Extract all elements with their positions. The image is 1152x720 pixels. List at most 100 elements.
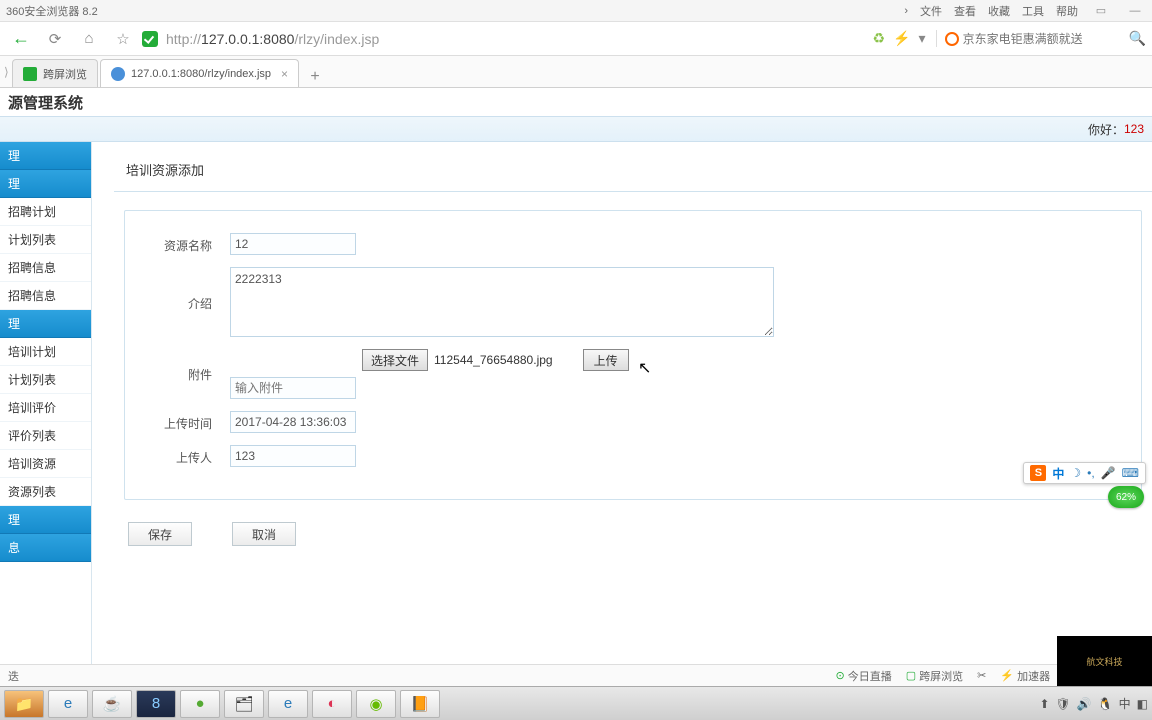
sidebar-group[interactable]: 理: [0, 310, 91, 338]
tray-icon[interactable]: 🔊: [1077, 697, 1092, 711]
content: 培训资源添加 资源名称 介绍 2222313 附件 选择文件 112544: [92, 142, 1152, 664]
sidebar-item[interactable]: 招聘计划: [0, 198, 91, 226]
home-button[interactable]: ⌂: [74, 25, 104, 53]
sidebar-item[interactable]: 计划列表: [0, 226, 91, 254]
sidebar-item[interactable]: 培训评价: [0, 394, 91, 422]
ime-lang[interactable]: 中: [1052, 465, 1064, 482]
status-live[interactable]: ⊙今日直播: [836, 668, 892, 684]
search-input[interactable]: [963, 32, 1123, 46]
status-left: 迭: [8, 668, 19, 684]
taskbar: 📁 e ☕ 8 ● 🗂 e ◐ ◉ 📙 ⬆ 🛡 🔊 🐧 中 ◧: [0, 686, 1152, 720]
sidebar-group[interactable]: 理: [0, 506, 91, 534]
star-button[interactable]: ☆: [108, 25, 138, 53]
form-box: 资源名称 介绍 2222313 附件 选择文件 112544_76654880.…: [124, 210, 1142, 500]
taskbar-app[interactable]: e: [48, 690, 88, 718]
tab-page[interactable]: 127.0.0.1:8080/rlzy/index.jsp ×: [100, 59, 299, 87]
label-uploader: 上传人: [155, 445, 230, 466]
input-name[interactable]: [230, 233, 356, 255]
chevron-down-icon[interactable]: ▾: [919, 30, 926, 47]
sidebar-item[interactable]: 培训计划: [0, 338, 91, 366]
url-bar: ← ⟳ ⌂ ☆ http://127.0.0.1:8080/rlzy/index…: [0, 22, 1152, 56]
save-button[interactable]: 保存: [128, 522, 192, 546]
flash-icon[interactable]: ⚡: [893, 30, 910, 47]
sidebar-item[interactable]: 计划列表: [0, 366, 91, 394]
recycle-icon[interactable]: ♻: [873, 30, 886, 47]
back-button[interactable]: ←: [6, 25, 36, 53]
tray-icon[interactable]: ◧: [1137, 697, 1148, 711]
search-box[interactable]: 🔍: [936, 30, 1146, 47]
sidebar-group[interactable]: 息: [0, 534, 91, 562]
input-intro[interactable]: 2222313: [230, 267, 774, 337]
row-intro: 介绍 2222313: [155, 267, 1121, 337]
tab-crossscreen[interactable]: 跨屏浏览: [12, 59, 98, 87]
new-tab-button[interactable]: +: [305, 67, 325, 87]
watermark: 航文科技: [1057, 636, 1152, 686]
url-text[interactable]: http://127.0.0.1:8080/rlzy/index.jsp: [166, 31, 379, 47]
keyboard-icon[interactable]: ⌨: [1122, 466, 1139, 480]
row-name: 资源名称: [155, 233, 1121, 255]
tray-icon[interactable]: ⬆: [1039, 697, 1049, 711]
tab-favicon-icon: [111, 67, 125, 81]
chosen-filename: 112544_76654880.jpg: [434, 353, 553, 367]
taskbar-app[interactable]: ●: [180, 690, 220, 718]
accelerator-badge[interactable]: 62%: [1108, 486, 1144, 508]
input-uploader[interactable]: [230, 445, 356, 467]
browser-menu: › 文件 查看 收藏 工具 帮助 ▭ —: [904, 1, 1146, 21]
status-scissors-icon[interactable]: ✂: [977, 669, 986, 682]
mic-icon[interactable]: 🎤: [1101, 466, 1116, 480]
browser-titlebar: 360安全浏览器 8.2 › 文件 查看 收藏 工具 帮助 ▭ —: [0, 0, 1152, 22]
sidebar: 理 理 招聘计划 计划列表 招聘信息 招聘信息 理 培训计划 计划列表 培训评价…: [0, 142, 92, 664]
main: 理 理 招聘计划 计划列表 招聘信息 招聘信息 理 培训计划 计划列表 培训评价…: [0, 142, 1152, 664]
cancel-button[interactable]: 取消: [232, 522, 296, 546]
form-actions: 保存 取消: [114, 522, 1152, 546]
taskbar-app[interactable]: 🗂: [224, 690, 264, 718]
taskbar-app[interactable]: 📁: [4, 690, 44, 718]
comma-icon[interactable]: •,: [1087, 466, 1095, 480]
choose-file-button[interactable]: 选择文件: [362, 349, 428, 371]
label-uptime: 上传时间: [155, 411, 230, 432]
menu-tools[interactable]: 工具: [1022, 3, 1044, 19]
close-icon[interactable]: ×: [281, 67, 288, 81]
input-uptime[interactable]: [230, 411, 356, 433]
taskbar-app[interactable]: e: [268, 690, 308, 718]
taskbar-app[interactable]: 8: [136, 690, 176, 718]
ime-bar[interactable]: S 中 ☽ •, 🎤 ⌨: [1023, 462, 1146, 484]
sidebar-item[interactable]: 招聘信息: [0, 282, 91, 310]
menu-file[interactable]: 文件: [920, 3, 942, 19]
menu-fav[interactable]: 收藏: [988, 3, 1010, 19]
panel-title: 培训资源添加: [126, 160, 1152, 179]
taskbar-app[interactable]: ◐: [312, 690, 352, 718]
reload-button[interactable]: ⟳: [40, 25, 70, 53]
tab-favicon-icon: [23, 67, 37, 81]
url-actions: ♻ ⚡ ▾: [873, 30, 926, 47]
tab-overflow-icon[interactable]: ⟩: [4, 65, 12, 79]
search-icon[interactable]: 🔍: [1129, 30, 1146, 47]
greet-user: 123: [1124, 122, 1144, 136]
taskbar-app[interactable]: ☕: [92, 690, 132, 718]
sidebar-item[interactable]: 资源列表: [0, 478, 91, 506]
minimize-icon[interactable]: —: [1124, 1, 1146, 21]
status-cross[interactable]: ▢跨屏浏览: [906, 668, 963, 684]
greeting-bar: 你好： 123: [0, 116, 1152, 142]
tray-icon[interactable]: 🐧: [1098, 697, 1113, 711]
tray-icon[interactable]: 🛡: [1056, 697, 1071, 711]
taskbar-app[interactable]: 📙: [400, 690, 440, 718]
menu-help[interactable]: 帮助: [1056, 3, 1078, 19]
status-accel[interactable]: ⚡加速器: [1000, 668, 1050, 684]
taskbar-app[interactable]: ◉: [356, 690, 396, 718]
menu-view[interactable]: 查看: [954, 3, 976, 19]
sidebar-item[interactable]: 招聘信息: [0, 254, 91, 282]
tray-icon[interactable]: 中: [1119, 695, 1131, 712]
row-uptime: 上传时间: [155, 411, 1121, 433]
tab-label: 跨屏浏览: [43, 66, 87, 82]
sidebar-item[interactable]: 培训资源: [0, 450, 91, 478]
skin-icon[interactable]: ▭: [1090, 1, 1112, 21]
sidebar-group[interactable]: 理: [0, 142, 91, 170]
upload-button[interactable]: 上传: [583, 349, 629, 371]
sidebar-item[interactable]: 评价列表: [0, 422, 91, 450]
sidebar-group[interactable]: 理: [0, 170, 91, 198]
moon-icon[interactable]: ☽: [1070, 466, 1081, 480]
input-attach[interactable]: [230, 377, 356, 399]
label-name: 资源名称: [155, 233, 230, 254]
tab-bar: ⟩ 跨屏浏览 127.0.0.1:8080/rlzy/index.jsp × +: [0, 56, 1152, 88]
